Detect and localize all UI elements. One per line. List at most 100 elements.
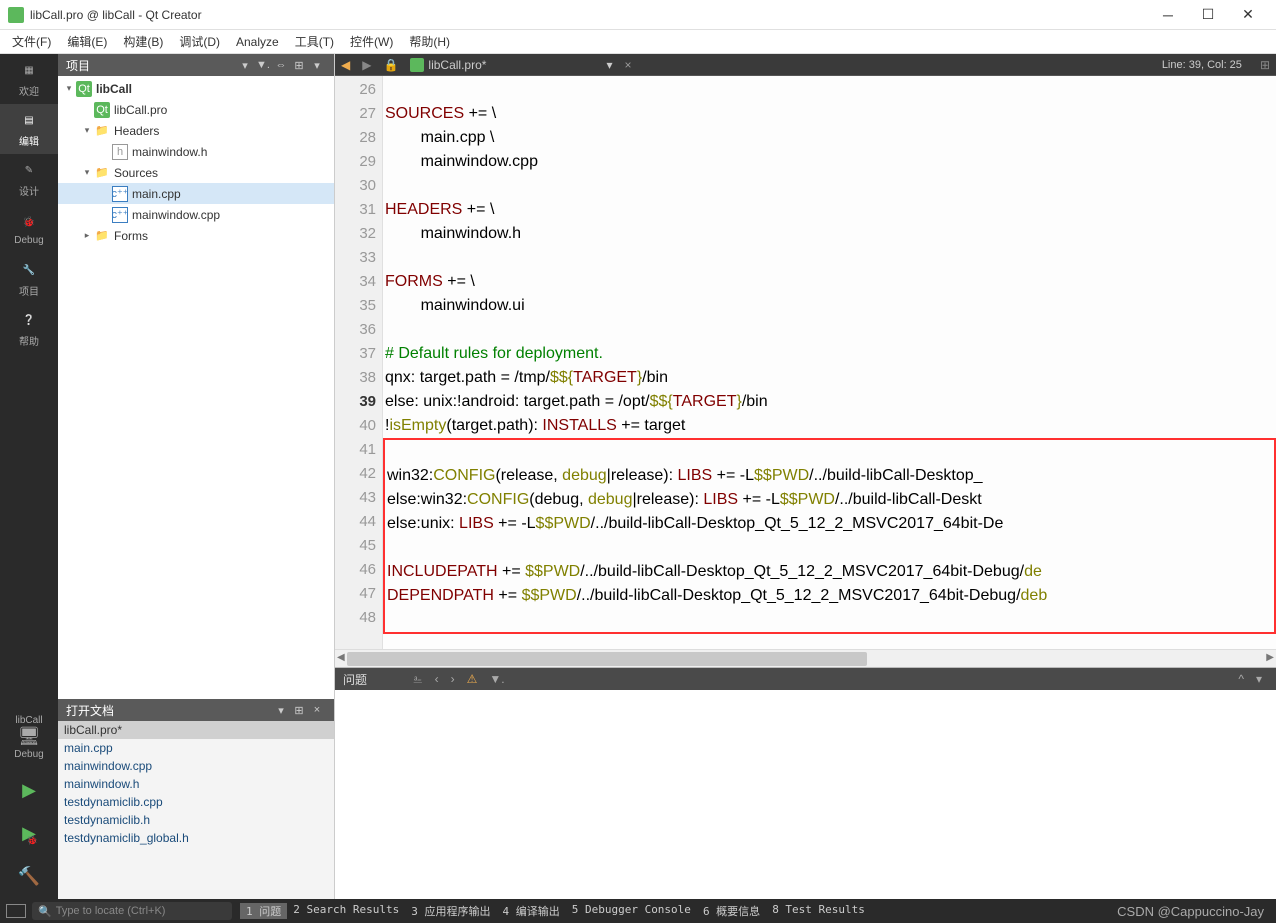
menu-调试(D)[interactable]: 调试(D) [171,31,228,52]
open-doc-item[interactable]: testdynamiclib.h [58,811,334,829]
close-button[interactable]: ✕ [1228,1,1268,29]
mode-帮助[interactable]: ❔帮助 [0,304,58,354]
menu-编辑(E)[interactable]: 编辑(E) [59,31,115,52]
menu-Analyze[interactable]: Analyze [228,33,287,51]
open-doc-item[interactable]: testdynamiclib.cpp [58,793,334,811]
editor-tab[interactable]: libCall.pro* ▾ × [404,54,641,76]
output-tab-应用程序输出[interactable]: 3 应用程序输出 [405,903,496,919]
output-tab-问题[interactable]: 1 问题 [240,903,287,919]
filter-icon[interactable]: ⎁ [407,672,429,687]
open-doc-item[interactable]: mainwindow.cpp [58,757,334,775]
tree-item[interactable]: h mainwindow.h [58,141,334,162]
twisty-icon[interactable]: ▸ [80,230,94,241]
editor-body[interactable]: 2627282930313233343536373839404142434445… [335,76,1276,649]
collapse-icon[interactable]: ▾ [308,59,326,72]
code-line[interactable]: win32:CONFIG(release, debug|release): LI… [387,464,1274,488]
output-tab-Debugger Console[interactable]: 5 Debugger Console [566,903,697,919]
project-tree[interactable]: ▾Qt libCallQt libCall.pro▾📁 Headersh mai… [58,76,334,699]
code-line[interactable]: FORMS += \ [385,270,1276,294]
horizontal-scrollbar[interactable]: ◀ ▶ [335,649,1276,667]
mode-项目[interactable]: 🔧项目 [0,254,58,304]
code-line[interactable] [387,440,1274,464]
menu-构建(B)[interactable]: 构建(B) [115,31,171,52]
filter-icon[interactable]: ▼. [254,59,272,71]
menu-控件(W)[interactable]: 控件(W) [342,31,401,52]
nav-forward-icon[interactable]: ▶ [356,58,377,72]
kit-selector[interactable]: libCall 🖥 Debug [0,705,58,770]
code-line[interactable]: mainwindow.h [385,222,1276,246]
prev-issue-icon[interactable]: ‹ [429,672,445,686]
code-line[interactable] [385,246,1276,270]
code-line[interactable]: # Default rules for deployment. [385,342,1276,366]
menu-文件(F)[interactable]: 文件(F) [4,31,59,52]
code-line[interactable]: qnx: target.path = /tmp/$${TARGET}/bin [385,366,1276,390]
open-doc-item[interactable]: libCall.pro* [58,721,334,739]
minimize-button[interactable]: ─ [1148,1,1188,29]
code-content[interactable]: SOURCES += \ main.cpp \ mainwindow.cpp HE… [383,76,1276,649]
twisty-icon[interactable]: ▾ [80,125,94,136]
menu-帮助(H)[interactable]: 帮助(H) [401,31,458,52]
expand-icon[interactable]: ^ [1232,672,1250,686]
output-tab-Search Results[interactable]: 2 Search Results [287,903,405,919]
code-line[interactable]: mainwindow.ui [385,294,1276,318]
debug-run-button[interactable]: ▶🐞 [0,813,58,856]
tab-close-icon[interactable]: × [620,58,635,72]
split-editor-icon[interactable]: ⊞ [1254,58,1276,72]
funnel-icon[interactable]: ▼. [483,672,510,686]
build-button[interactable]: 🔨 [0,856,58,899]
nav-back-icon[interactable]: ◀ [335,58,356,72]
open-doc-item[interactable]: mainwindow.h [58,775,334,793]
tree-item[interactable]: Qt libCall.pro [58,99,334,120]
code-line[interactable]: DEPENDPATH += $$PWD/../build-libCall-Des… [387,584,1274,608]
output-tab-概要信息[interactable]: 6 概要信息 [697,903,766,919]
menu-工具(T)[interactable]: 工具(T) [287,31,342,52]
close-panel-icon[interactable]: × [308,704,326,716]
tree-item[interactable]: ▾📁 Sources [58,162,334,183]
open-doc-item[interactable]: main.cpp [58,739,334,757]
mode-Debug[interactable]: 🐞Debug [0,204,58,254]
code-line[interactable]: !isEmpty(target.path): INSTALLS += targe… [385,414,1276,438]
split-icon[interactable]: ⊞ [290,59,308,72]
code-line[interactable] [385,78,1276,102]
locator-input[interactable]: 🔍 Type to locate (Ctrl+K) [32,902,232,920]
code-line[interactable]: SOURCES += \ [385,102,1276,126]
link-icon[interactable]: ⇔ [272,59,290,71]
code-line[interactable]: else:unix: LIBS += -L$$PWD/../build-libC… [387,512,1274,536]
tree-item[interactable]: c⁺⁺ main.cpp [58,183,334,204]
dropdown-icon[interactable]: ▾ [272,704,290,717]
twisty-icon[interactable]: ▾ [80,167,94,178]
code-line[interactable]: INCLUDEPATH += $$PWD/../build-libCall-De… [387,560,1274,584]
code-line[interactable] [387,608,1274,632]
mode-设计[interactable]: ✎设计 [0,154,58,204]
tree-item[interactable]: ▸📁 Forms [58,225,334,246]
output-tab-Test Results[interactable]: 8 Test Results [766,903,871,919]
tree-item[interactable]: ▾📁 Headers [58,120,334,141]
code-line[interactable]: main.cpp \ [385,126,1276,150]
output-tab-编译输出[interactable]: 4 编译输出 [496,903,565,919]
lock-icon[interactable]: 🔒 [377,58,404,72]
tree-item[interactable]: ▾Qt libCall [58,78,334,99]
code-line[interactable] [385,174,1276,198]
close-issues-icon[interactable]: ▾ [1250,672,1268,686]
code-line[interactable] [385,318,1276,342]
tab-dropdown-icon[interactable]: ▾ [606,58,612,72]
scrollbar-thumb[interactable] [347,652,867,666]
code-line[interactable]: else: unix:!android: target.path = /opt/… [385,390,1276,414]
maximize-button[interactable]: ☐ [1188,1,1228,29]
split-icon[interactable]: ⊞ [290,704,308,717]
run-button[interactable]: ▶ [0,770,58,813]
mode-欢迎[interactable]: ▦欢迎 [0,54,58,104]
output-toggle-icon[interactable] [6,904,26,918]
code-line[interactable]: else:win32:CONFIG(debug, debug|release):… [387,488,1274,512]
next-issue-icon[interactable]: › [445,672,461,686]
open-docs-list[interactable]: libCall.pro*main.cppmainwindow.cppmainwi… [58,721,334,899]
twisty-icon[interactable]: ▾ [62,83,76,94]
dropdown-icon[interactable]: ▾ [236,59,254,72]
warning-icon[interactable]: ⚠ [461,672,484,686]
code-line[interactable] [387,536,1274,560]
mode-编辑[interactable]: ▤编辑 [0,104,58,154]
code-line[interactable]: mainwindow.cpp [385,150,1276,174]
open-doc-item[interactable]: testdynamiclib_global.h [58,829,334,847]
code-line[interactable]: HEADERS += \ [385,198,1276,222]
tree-item[interactable]: c⁺⁺ mainwindow.cpp [58,204,334,225]
